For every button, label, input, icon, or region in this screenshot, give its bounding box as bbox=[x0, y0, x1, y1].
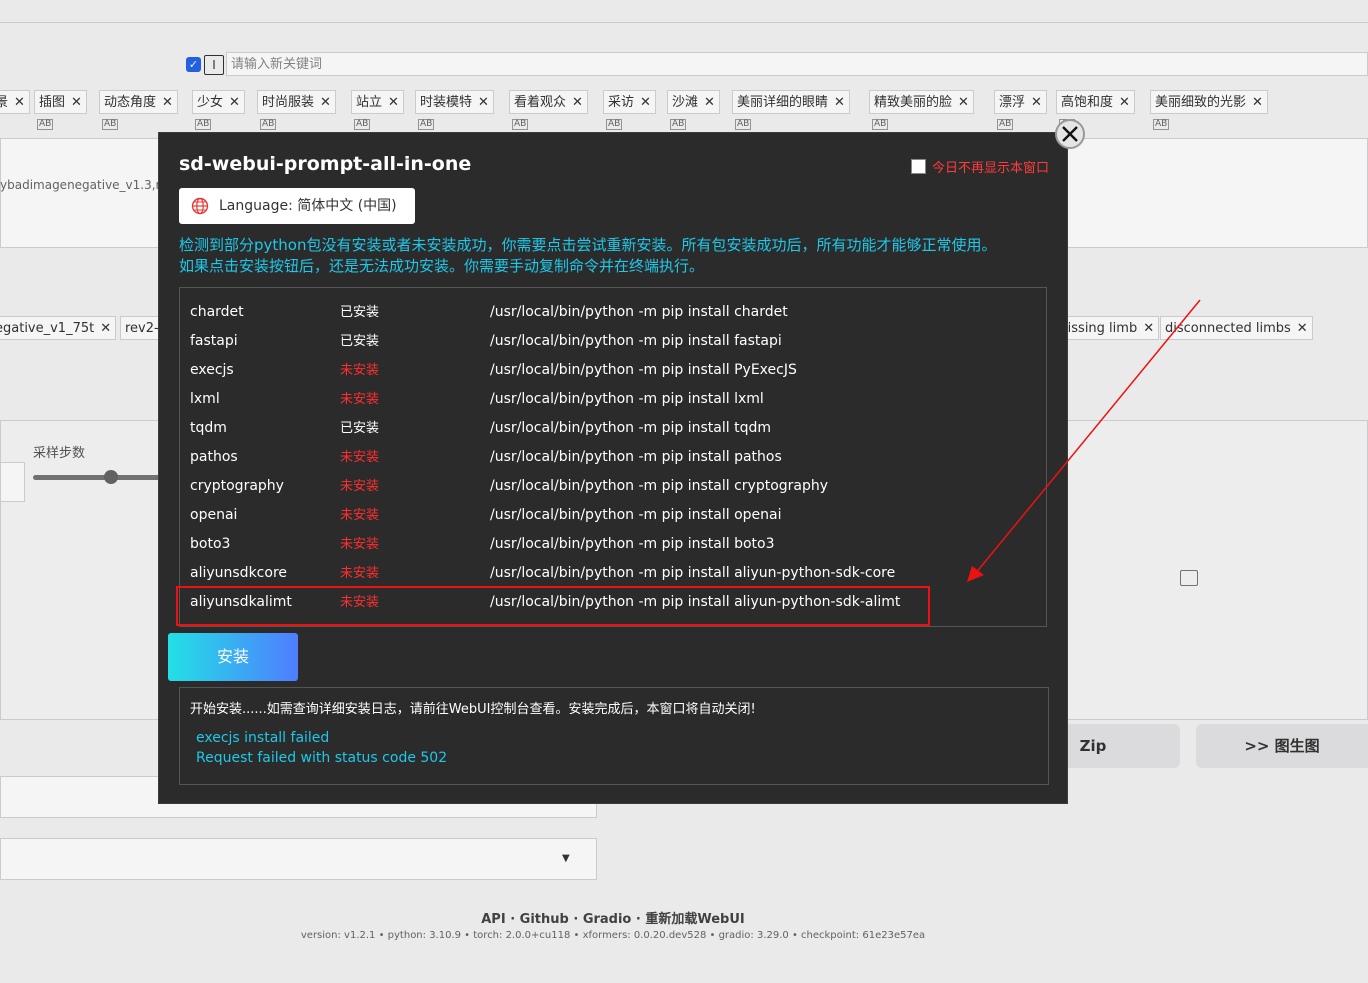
annotation-arrow-icon bbox=[967, 299, 1201, 582]
